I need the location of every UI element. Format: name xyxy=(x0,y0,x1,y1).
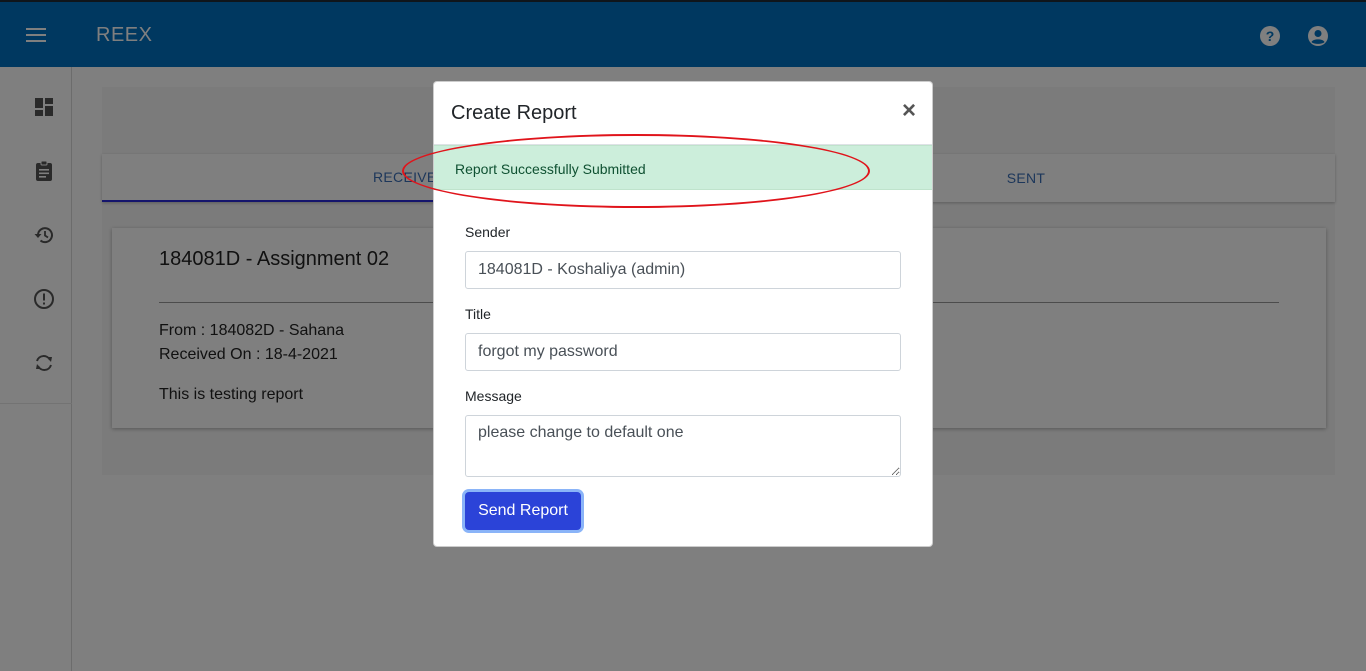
sender-field[interactable] xyxy=(465,251,901,289)
send-report-button[interactable]: Send Report xyxy=(465,492,581,530)
message-label: Message xyxy=(465,388,522,404)
sender-label: Sender xyxy=(465,224,511,240)
close-icon[interactable]: × xyxy=(896,97,922,124)
title-label: Title xyxy=(465,306,491,322)
app-root: REEX ? xyxy=(0,0,1366,671)
success-alert-text: Report Successfully Submitted xyxy=(455,161,646,177)
message-field[interactable]: please change to default one xyxy=(465,415,901,477)
modal-title: Create Report xyxy=(451,102,577,124)
title-field[interactable] xyxy=(465,333,901,371)
create-report-modal: Create Report × Report Successfully Subm… xyxy=(402,81,933,547)
success-alert: Report Successfully Submitted xyxy=(434,145,932,190)
